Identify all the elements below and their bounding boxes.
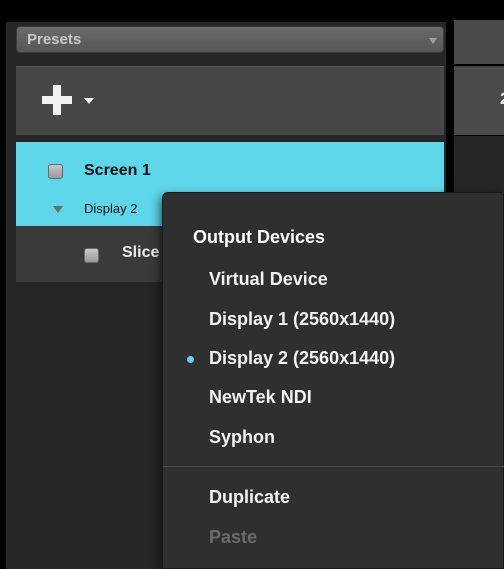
menu-item-newtek-ndi[interactable]: NewTek NDI	[209, 387, 312, 408]
chevron-down-icon[interactable]	[84, 98, 94, 104]
chevron-down-icon	[429, 38, 437, 44]
screen-label: Screen 1	[84, 162, 151, 179]
right-toolbar: 2	[454, 66, 504, 135]
right-panel-header	[454, 20, 504, 64]
menu-item-virtual-device[interactable]: Virtual Device	[209, 269, 328, 290]
menu-item-display-1[interactable]: Display 1 (2560x1440)	[209, 309, 395, 330]
screen-device-label[interactable]: Display 2	[84, 201, 164, 216]
menu-header: Output Devices	[193, 227, 326, 247]
screen-visibility-checkbox[interactable]	[48, 164, 63, 179]
presets-label: Presets	[27, 31, 82, 48]
slice-label: Slice	[122, 244, 160, 261]
menu-separator	[163, 466, 504, 467]
layers-toolbar	[16, 66, 444, 135]
dot-icon	[187, 356, 194, 363]
triangle-down-icon[interactable]	[53, 206, 63, 213]
right-toolbar-text: 2	[500, 89, 504, 109]
menu-item-syphon[interactable]: Syphon	[209, 427, 275, 448]
menu-item-paste: Paste	[209, 527, 258, 547]
plus-icon[interactable]	[42, 85, 72, 115]
menu-item-display-2[interactable]: Display 2 (2560x1440)	[209, 348, 395, 369]
presets-dropdown[interactable]: Presets	[16, 26, 444, 53]
menu-item-duplicate[interactable]: Duplicate	[209, 487, 290, 508]
slice-visibility-checkbox[interactable]	[84, 248, 99, 263]
output-devices-context-menu: Output Devices Virtual Device Display 1 …	[162, 192, 504, 569]
